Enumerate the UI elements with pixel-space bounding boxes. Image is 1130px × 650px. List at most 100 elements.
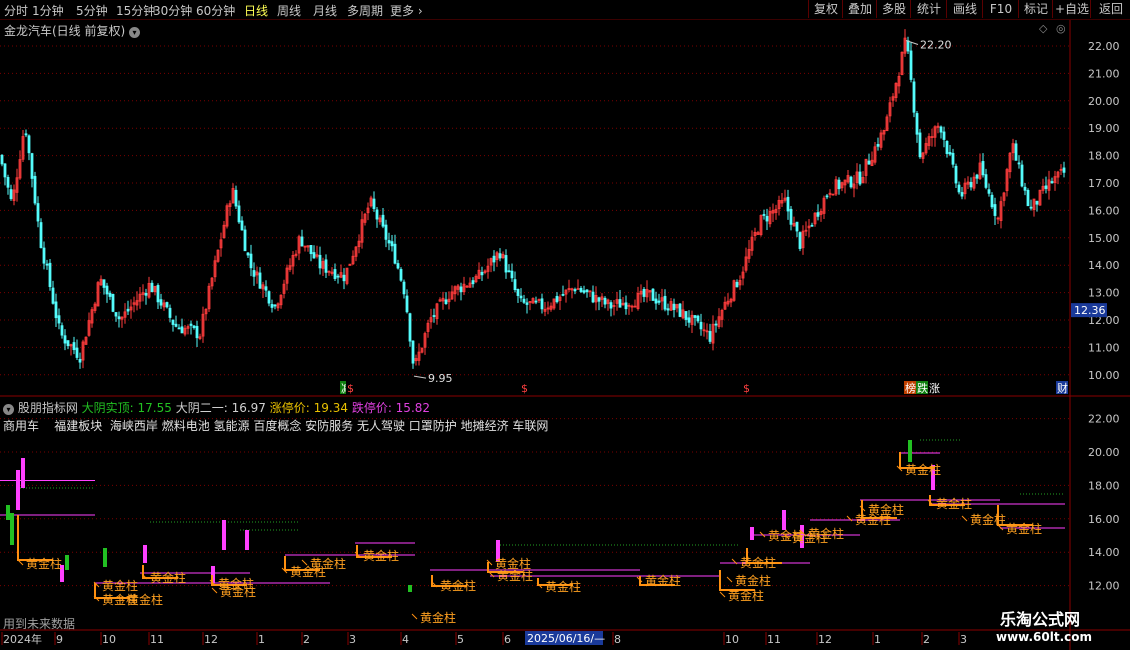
gold-marker-label: 黄金柱 [868,502,904,517]
candle-body [825,195,829,198]
indicator-tick-label: 12.00 [1088,580,1120,593]
candle-body [597,297,601,302]
event-marker-label[interactable]: 跌 [917,381,928,395]
gold-marker-arrow [719,591,726,598]
event-marker-label[interactable]: 涨 [929,382,940,395]
candle-body [957,184,961,193]
settings-icon[interactable]: ◎ [1056,22,1066,35]
candle-body [381,214,385,227]
candle-body [39,222,43,248]
indicator-tick-label: 16.00 [1088,513,1120,526]
candle-body [105,285,109,295]
candle-body [396,263,400,269]
candle-body [1014,143,1018,161]
indicator-value-2: 涨停价: 19.34 [269,401,348,415]
candle-body [939,126,943,133]
diamond-icon[interactable]: ◇ [1039,22,1047,35]
date-label: 10 [725,633,739,646]
date-label: 6 [504,633,511,646]
gold-marker-label: 黄金柱 [808,526,844,541]
chart-canvas[interactable]: 黄金柱黄金柱黄金柱黄金柱黄金柱 黄金柱黄金柱黄金柱黄金柱黄金柱黄金柱黄金柱黄金柱黄… [0,0,1130,650]
indicator-tick-label: 22.00 [1088,413,1120,426]
candle-body [165,302,169,308]
chevron-down-icon[interactable]: ▾ [3,404,14,415]
candle-body [300,236,304,247]
gold-marker-arrow [411,613,418,620]
candle-body [159,299,163,306]
candle-body [906,40,910,52]
indicator-name[interactable]: 股朋指标网 [18,401,78,415]
candle-body [837,179,841,190]
candle-body [786,196,790,212]
low-price-label: 9.95 [428,372,453,385]
event-marker-label[interactable]: 财 [1057,381,1068,395]
date-label: 12 [204,633,218,646]
date-label: 10 [102,633,116,646]
indicator-bar [245,530,249,550]
chevron-down-icon[interactable]: ▾ [129,27,141,38]
candle-body [582,290,586,293]
candle-body [117,316,121,320]
candle-body [111,293,115,312]
candle-body [48,262,52,287]
event-marker-label[interactable]: $ [521,382,528,395]
candle-body [411,340,415,364]
candle-body [336,275,340,278]
event-marker-label[interactable]: 榜 [905,381,916,395]
candle-body [915,113,919,135]
candle-body [189,323,193,326]
event-marker-label[interactable]: $ [347,382,354,395]
candle-body [114,312,118,317]
candle-body [24,133,28,136]
candle-body [1029,206,1033,209]
logo-title: 乐淘公式网 [1000,610,1081,629]
candle-body [918,132,922,158]
candle-body [765,215,769,222]
gold-marker-label: 黄金柱 [970,512,1006,527]
gold-marker-label: 黄金柱 [497,568,533,583]
candle-body [561,294,565,296]
candle-body [555,295,559,303]
candle-body [240,220,244,231]
candle-body [693,315,697,318]
date-label: 4 [402,633,409,646]
indicator-value-1: 大阴二一: 16.97 [175,401,266,415]
candle-body [651,288,655,301]
indicator-bar [65,555,69,570]
candle-body [27,135,31,154]
candle-body [525,302,529,305]
date-label: 2024年 [3,632,42,646]
candle-body [342,274,346,282]
candle-body [45,263,49,266]
candle-body [984,174,988,188]
candle-body [762,214,766,216]
event-marker-label[interactable]: $ [743,382,750,395]
candle-body [195,325,199,339]
candle-body [432,315,436,317]
date-label: 12 [818,633,832,646]
candle-body [33,175,37,204]
candle-body [234,189,238,207]
price-tick-label: 18.00 [1088,150,1120,163]
candle-body [1026,190,1030,207]
candle-body [393,243,397,264]
candle-body [969,181,973,188]
candle-body [402,281,406,295]
date-label: 5 [457,633,464,646]
candle-body [510,270,514,279]
candle-body [399,269,403,281]
candle-body [243,229,247,252]
gold-marker-label: 黄金柱 [735,573,771,588]
gold-marker-label: 黄金柱 [363,548,399,563]
price-tick-label: 17.00 [1088,177,1120,190]
candle-body [54,301,58,319]
candle-body [42,247,46,264]
candle-body [270,304,274,308]
candle-body [51,287,55,304]
candle-body [591,291,595,303]
candle-body [75,347,79,358]
candle-body [150,282,154,293]
date-label: 1 [258,633,265,646]
candle-body [471,280,475,285]
candle-body [513,279,517,291]
